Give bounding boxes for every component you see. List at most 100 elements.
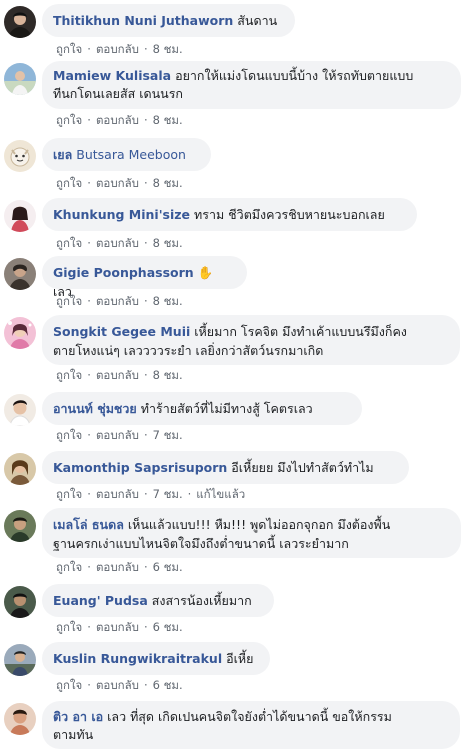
raised-hand-icon: ✋ — [197, 265, 214, 280]
reply-button[interactable]: ตอบกลับ — [96, 236, 139, 250]
comment-author[interactable]: ติว อา เอ — [53, 709, 103, 724]
comment-author[interactable]: Gigie Poonphassorn — [53, 265, 194, 280]
comment-time[interactable]: 8 ชม. — [153, 294, 183, 308]
edited-label[interactable]: แก้ไขแล้ว — [196, 487, 245, 501]
separator: · — [87, 620, 91, 634]
separator: · — [143, 176, 148, 190]
comment-bubble: เมลโล่ ธนดล เห็นแล้วแบบ!!! หืม!!! พูดไม่… — [42, 508, 461, 558]
comment-bubble: Euang' Pudsa สงสารน้องเหี้ยมาก — [42, 584, 274, 617]
reply-button[interactable]: ตอบกลับ — [96, 428, 139, 442]
reply-button[interactable]: ตอบกลับ — [96, 294, 139, 308]
comment-author[interactable]: อานนท์ ชุ่มชวย — [53, 401, 137, 416]
reply-button[interactable]: ตอบกลับ — [96, 620, 139, 634]
separator: · — [143, 113, 148, 127]
separator: · — [143, 487, 148, 501]
comment-text: เห็นแล้วแบบ!!! หืม!!! พูดไม่ออกจุกอก มึง… — [127, 517, 391, 532]
avatar[interactable] — [4, 453, 36, 485]
comment-time[interactable]: 8 ชม. — [153, 236, 183, 250]
comment-author[interactable]: Kuslin Rungwikraitrakul — [53, 651, 222, 666]
comment-time[interactable]: 8 ชม. — [153, 368, 183, 382]
separator: · — [143, 236, 148, 250]
avatar[interactable] — [4, 510, 36, 542]
comment-author[interactable]: Songkit Gegee Muii — [53, 324, 190, 339]
comment-actions: ถูกใจ · ตอบกลับ · 7 ชม. — [56, 427, 183, 443]
avatar[interactable] — [4, 258, 36, 290]
separator: · — [143, 620, 148, 634]
comment-time[interactable]: 7 ชม. — [153, 487, 183, 501]
reply-button[interactable]: ตอบกลับ — [96, 368, 139, 382]
like-button[interactable]: ถูกใจ — [56, 236, 82, 250]
separator: · — [143, 368, 148, 382]
avatar[interactable] — [4, 63, 36, 95]
comment-time[interactable]: 8 ชม. — [153, 176, 183, 190]
comment-text: สงสารน้องเหี้ยมาก — [151, 593, 252, 608]
comment-actions: ถูกใจ · ตอบกลับ · 8 ชม. — [56, 41, 183, 57]
avatar[interactable] — [4, 317, 36, 349]
separator: · — [143, 42, 148, 56]
comment-bubble: อานนท์ ชุ่มชวย ทำร้ายสัตว์ที่ไม่มีทางสู้… — [42, 392, 362, 425]
comment-actions: ถูกใจ · ตอบกลับ · 6 ชม. — [56, 559, 183, 575]
avatar[interactable] — [4, 586, 36, 618]
reply-button[interactable]: ตอบกลับ — [96, 176, 139, 190]
reply-button[interactable]: ตอบกลับ — [96, 560, 139, 574]
like-button[interactable]: ถูกใจ — [56, 560, 82, 574]
reply-button[interactable]: ตอบกลับ — [96, 113, 139, 127]
comment-bubble: Songkit Gegee Muii เหี้ยมาก โรคจิต มึงทำ… — [42, 315, 460, 365]
comment-bubble: Gigie Poonphassorn ✋ เลว — [42, 256, 247, 299]
comment-text: อีเหี้ย — [226, 651, 254, 666]
separator: · — [143, 678, 148, 692]
like-button[interactable]: ถูกใจ — [56, 368, 82, 382]
like-button[interactable]: ถูกใจ — [56, 487, 82, 501]
comment-time[interactable]: 6 ชม. — [153, 620, 183, 634]
separator: · — [143, 428, 148, 442]
avatar[interactable] — [4, 200, 36, 232]
comment-bubble: เยล Butsara Meeboon — [42, 138, 211, 171]
comment-time[interactable]: 6 ชม. — [153, 560, 183, 574]
avatar[interactable] — [4, 703, 36, 735]
comment-author[interactable]: เยล — [53, 147, 72, 162]
comment-text: ทีนกโดนเลยสัส เดนนรก — [53, 86, 183, 101]
separator: · — [87, 678, 91, 692]
comment-text: เหี้ยมาก โรคจิต มึงทำเค้าแบบนรึมึงก็คง — [194, 324, 407, 339]
comment-text[interactable]: Butsara Meeboon — [76, 147, 186, 162]
comment-author[interactable]: Mamiew Kulisala — [53, 68, 171, 83]
comment-actions: ถูกใจ · ตอบกลับ · 8 ชม. — [56, 112, 183, 128]
separator: · — [87, 294, 91, 308]
like-button[interactable]: ถูกใจ — [56, 678, 82, 692]
comment-text: เลว ที่สุด เกิดเปนคนจิตใจยังต่ำได้ขนาดนี… — [107, 709, 392, 724]
comment-bubble: Kuslin Rungwikraitrakul อีเหี้ย — [42, 642, 270, 675]
comment-time[interactable]: 8 ชม. — [153, 42, 183, 56]
comment-author[interactable]: Euang' Pudsa — [53, 593, 148, 608]
comment-author[interactable]: Khunkung Mini'size — [53, 207, 190, 222]
reply-button[interactable]: ตอบกลับ — [96, 678, 139, 692]
comment-bubble: ติว อา เอ เลว ที่สุด เกิดเปนคนจิตใจยังต่… — [42, 701, 460, 749]
avatar[interactable] — [4, 6, 36, 38]
comment-actions: ถูกใจ · ตอบกลับ · 6 ชม. — [56, 619, 183, 635]
comment-text: ตามทัน — [53, 727, 94, 742]
separator: · — [143, 560, 148, 574]
comment-author[interactable]: Thitikhun Nuni Juthaworn — [53, 13, 233, 28]
like-button[interactable]: ถูกใจ — [56, 42, 82, 56]
comment-author[interactable]: เมลโล่ ธนดล — [53, 517, 124, 532]
comment-time[interactable]: 6 ชม. — [153, 678, 183, 692]
avatar[interactable] — [4, 644, 36, 676]
like-button[interactable]: ถูกใจ — [56, 176, 82, 190]
avatar[interactable] — [4, 140, 36, 172]
separator: · — [87, 236, 91, 250]
comment-bubble: Khunkung Mini'size ทราม ชีวิตมึงควรชิบหา… — [42, 198, 417, 231]
comment-actions: ถูกใจ · ตอบกลับ · 8 ชม. — [56, 367, 183, 383]
reply-button[interactable]: ตอบกลับ — [96, 42, 139, 56]
reply-button[interactable]: ตอบกลับ — [96, 487, 139, 501]
avatar[interactable] — [4, 394, 36, 426]
comment-time[interactable]: 7 ชม. — [153, 428, 183, 442]
comment-list: Thitikhun Nuni Juthaworn สันดาน ถูกใจ · ตอ… — [0, 0, 472, 753]
like-button[interactable]: ถูกใจ — [56, 113, 82, 127]
separator: · — [87, 428, 91, 442]
like-button[interactable]: ถูกใจ — [56, 428, 82, 442]
comment-text: สันดาน — [237, 13, 278, 28]
like-button[interactable]: ถูกใจ — [56, 620, 82, 634]
comment-author[interactable]: Kamonthip Sapsrisuporn — [53, 460, 227, 475]
comment-time[interactable]: 8 ชม. — [153, 113, 183, 127]
separator: · — [187, 487, 192, 501]
like-button[interactable]: ถูกใจ — [56, 294, 82, 308]
